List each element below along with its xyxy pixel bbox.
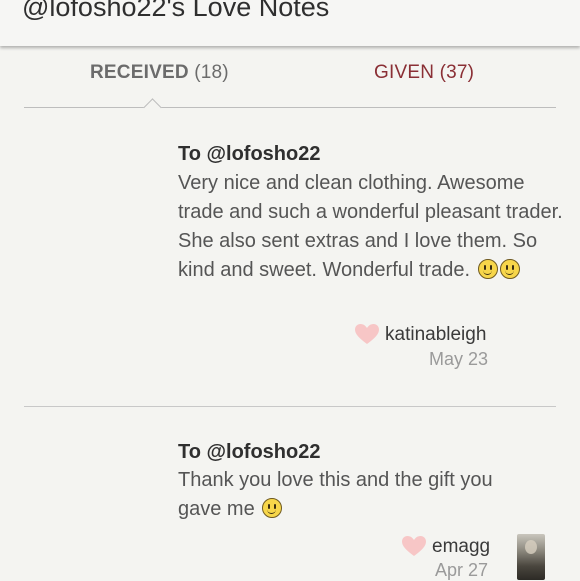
- heart-icon: [355, 324, 379, 344]
- note-divider: [24, 406, 556, 407]
- tab-given-count: (37): [439, 62, 475, 83]
- header-bar: @lofosho22's Love Notes: [0, 0, 580, 46]
- tab-received-label: RECEIVED: [90, 62, 189, 83]
- tab-received-count: (18): [194, 62, 229, 83]
- tab-received[interactable]: RECEIVED (18): [90, 62, 229, 84]
- smiley-emoji-icon: [262, 498, 283, 518]
- note-text: Thank you love this and the gift you gav…: [178, 469, 493, 520]
- note-body: Thank you love this and the gift you gav…: [178, 466, 538, 524]
- active-tab-pointer: [143, 98, 162, 117]
- avatar[interactable]: [517, 534, 545, 580]
- tab-given-label: GIVEN: [374, 62, 435, 83]
- page-title: @lofosho22's Love Notes: [22, 0, 330, 22]
- tab-divider: [24, 107, 556, 108]
- tab-given[interactable]: GIVEN (37): [374, 62, 474, 84]
- giver-username[interactable]: emagg: [432, 536, 490, 558]
- note-recipient: To @lofosho22: [178, 441, 321, 463]
- note-recipient: To @lofosho22: [178, 143, 321, 165]
- smiley-emoji-icon: [477, 259, 498, 279]
- heart-icon: [402, 536, 426, 556]
- note-date: May 23: [429, 349, 489, 369]
- tab-bar: RECEIVED (18) GIVEN (37): [0, 62, 580, 94]
- smiley-emoji-icon: [499, 259, 520, 279]
- giver-username[interactable]: katinableigh: [385, 324, 486, 346]
- note-date: Apr 27: [435, 560, 489, 580]
- note-body: Very nice and clean clothing. Awesome tr…: [178, 169, 568, 285]
